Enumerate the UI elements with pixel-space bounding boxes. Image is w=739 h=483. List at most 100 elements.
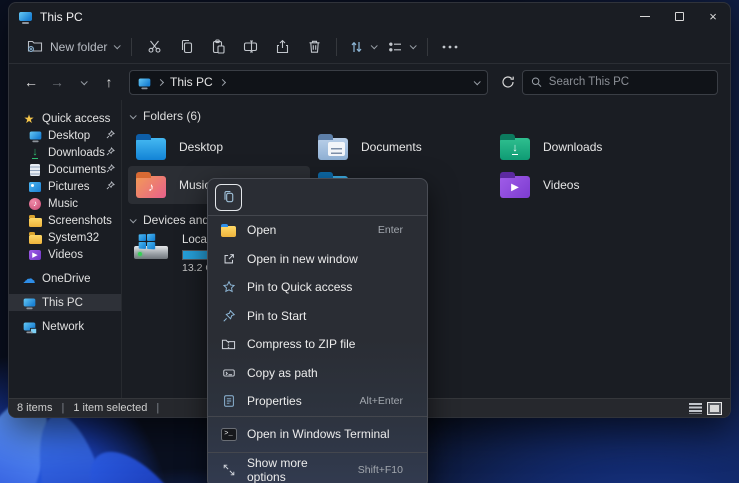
sidebar-item-music[interactable]: ♪ Music <box>9 195 121 212</box>
sidebar-item-pictures[interactable]: Pictures <box>9 178 121 195</box>
details-view-icon[interactable] <box>689 403 702 414</box>
sidebar: ★ Quick access Desktop ↓ Downloads Docum… <box>9 100 122 398</box>
open-new-window-icon <box>220 250 237 267</box>
sidebar-item-downloads[interactable]: ↓ Downloads <box>9 144 121 161</box>
maximize-button[interactable] <box>662 3 696 30</box>
menu-item-pin-start[interactable]: Pin to Start <box>208 302 427 331</box>
up-button[interactable]: ↑ <box>97 70 121 94</box>
open-folder-icon <box>221 226 236 237</box>
refresh-button[interactable] <box>496 70 520 94</box>
copy-button[interactable] <box>170 34 202 60</box>
music-icon: ♪ <box>29 198 41 210</box>
back-button[interactable]: ← <box>19 70 43 94</box>
copy-button[interactable] <box>215 184 242 211</box>
paste-button[interactable] <box>202 34 234 60</box>
chevron-right-icon <box>219 78 226 85</box>
sort-button[interactable] <box>343 36 382 58</box>
sidebar-item-screenshots[interactable]: Screenshots <box>9 212 121 229</box>
recent-locations-button[interactable] <box>71 70 95 94</box>
new-folder-icon <box>27 38 43 56</box>
collapse-icon <box>130 216 137 223</box>
folder-tile-documents[interactable]: Documents <box>310 128 492 166</box>
pin-icon <box>106 181 115 193</box>
chevron-down-icon <box>410 42 417 49</box>
minimize-button[interactable] <box>628 3 662 30</box>
sidebar-item-system32[interactable]: System32 <box>9 229 121 246</box>
document-icon <box>30 164 40 176</box>
large-icons-view-icon[interactable] <box>707 402 722 415</box>
pin-icon <box>220 307 237 324</box>
pin-icon <box>106 147 115 159</box>
folder-tile-videos[interactable]: ▶ Videos <box>492 166 674 204</box>
sidebar-item-onedrive[interactable]: ☁ OneDrive <box>9 270 121 287</box>
selection-count: 1 item selected <box>73 402 147 414</box>
menu-item-show-more-options[interactable]: Show more options Shift+F10 <box>208 453 427 483</box>
chevron-down-icon <box>114 42 121 49</box>
view-button[interactable] <box>382 36 421 58</box>
download-icon: ↓ <box>32 147 38 159</box>
sidebar-item-this-pc[interactable]: This PC <box>9 294 121 311</box>
menu-item-open-windows-terminal[interactable]: >_ Open in Windows Terminal <box>208 417 427 452</box>
properties-icon <box>220 393 237 410</box>
item-count: 8 items <box>17 402 52 414</box>
downloads-folder-icon: ↓ <box>500 138 530 160</box>
folder-tile-downloads[interactable]: ↓ Downloads <box>492 128 674 166</box>
divider <box>336 38 337 56</box>
search-icon <box>531 76 542 88</box>
network-icon <box>23 322 35 330</box>
zip-folder-icon <box>220 336 237 353</box>
folder-icon <box>29 235 42 244</box>
cut-button[interactable] <box>138 34 170 60</box>
this-pc-icon <box>139 78 151 86</box>
context-menu-icon-row <box>208 179 427 216</box>
address-bar[interactable]: This PC <box>129 70 488 95</box>
rename-button[interactable] <box>234 34 266 60</box>
cloud-icon: ☁ <box>23 272 36 285</box>
titlebar[interactable]: This PC × <box>9 3 730 30</box>
collapse-icon <box>130 112 137 119</box>
pin-icon <box>106 164 115 176</box>
sidebar-item-documents[interactable]: Documents <box>9 161 121 178</box>
delete-button[interactable] <box>298 34 330 60</box>
this-pc-icon <box>19 12 32 21</box>
local-disk-icon <box>132 234 172 268</box>
close-button[interactable]: × <box>696 3 730 30</box>
menu-item-properties[interactable]: Properties Alt+Enter <box>208 387 427 416</box>
picture-icon <box>29 182 41 192</box>
star-outline-icon <box>220 279 237 296</box>
breadcrumb[interactable]: This PC <box>170 75 213 89</box>
copy-path-icon <box>220 364 237 381</box>
windows-logo-icon <box>139 234 156 250</box>
see-more-button[interactable] <box>434 34 466 60</box>
star-icon: ★ <box>24 113 35 125</box>
folder-tile-desktop[interactable]: Desktop <box>128 128 310 166</box>
folders-section-header[interactable]: Folders (6) <box>128 108 730 124</box>
menu-item-open[interactable]: Open Enter <box>208 216 427 245</box>
search-box[interactable] <box>522 70 718 95</box>
sidebar-item-desktop[interactable]: Desktop <box>9 127 121 144</box>
sidebar-item-network[interactable]: Network <box>9 318 121 335</box>
sidebar-item-videos[interactable]: ▶ Videos <box>9 246 121 263</box>
desktop-folder-icon <box>136 138 166 160</box>
show-more-icon <box>220 462 237 479</box>
menu-item-compress-zip[interactable]: Compress to ZIP file <box>208 330 427 359</box>
menu-item-open-new-window[interactable]: Open in new window <box>208 245 427 274</box>
new-folder-button[interactable]: New folder <box>21 34 125 60</box>
address-dropdown-icon[interactable] <box>474 78 481 85</box>
navigation-bar: ← → ↑ This PC <box>9 64 730 100</box>
pin-icon <box>106 130 115 142</box>
context-menu: Open Enter Open in new window Pin to Qui… <box>207 178 428 483</box>
forward-button[interactable]: → <box>45 70 69 94</box>
video-icon: ▶ <box>29 250 41 260</box>
menu-item-pin-quick-access[interactable]: Pin to Quick access <box>208 273 427 302</box>
divider <box>427 38 428 56</box>
chevron-right-icon <box>157 78 164 85</box>
sidebar-item-quick-access[interactable]: ★ Quick access <box>9 110 121 127</box>
videos-folder-icon: ▶ <box>500 176 530 198</box>
divider <box>131 38 132 56</box>
share-button[interactable] <box>266 34 298 60</box>
search-input[interactable] <box>549 76 709 88</box>
desktop-icon <box>29 131 41 139</box>
menu-item-copy-as-path[interactable]: Copy as path <box>208 359 427 388</box>
chevron-down-icon <box>371 42 378 49</box>
